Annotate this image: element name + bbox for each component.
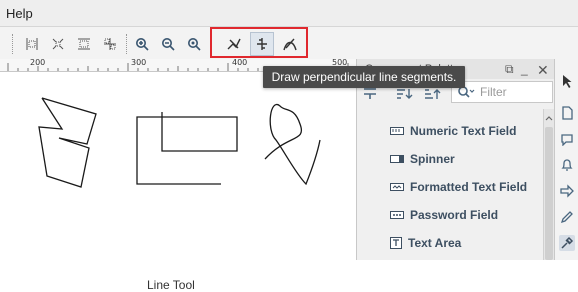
zoom-in-button[interactable] [130,32,154,56]
right-sidebar [554,59,578,260]
pointer-icon [563,75,572,88]
curve-line-shape [264,103,321,186]
ruler-label: 300 [131,59,147,67]
list-item-label: Spinner [410,152,455,166]
zoom-fit-icon [188,38,201,51]
password-field-icon [390,211,404,219]
list-item-label: Numeric Text Field [410,124,517,138]
align-top-button[interactable] [98,32,122,56]
filter-placeholder: Filter [480,85,507,99]
component-palette: Component Palette ⧉ _ ✕ Filter Numeric T… [356,59,555,260]
perpendicular-line-shape [136,112,238,185]
component-list: Numeric Text Field Spinner Formatted Tex… [357,109,543,260]
align-right-icon [78,38,90,50]
zoom-out-icon [162,38,175,51]
sidebar-pencil-button[interactable] [559,209,575,225]
perpendicular-line-icon [257,38,267,50]
ruler-label: 400 [232,59,248,67]
menu-bar: Help [0,0,578,27]
close-icon[interactable]: ✕ [537,62,549,79]
freehand-line-icon [227,38,241,50]
palette-scroll-thumb[interactable] [545,127,553,260]
perpendicular-line-button[interactable] [250,32,274,56]
menu-help[interactable]: Help [6,6,33,21]
sidebar-eyedropper-button[interactable] [559,235,575,251]
text-area-icon [390,237,402,249]
align-center-icon [52,38,64,50]
list-item-label: Password Field [410,208,499,222]
align-right-button[interactable] [72,32,96,56]
ruler-label: 200 [30,59,46,67]
drawing-canvas[interactable]: Line Tool [0,72,356,292]
freehand-line-button[interactable] [222,32,246,56]
numeric-text-field-icon [390,127,404,135]
spinner-icon [390,155,404,163]
align-center-button[interactable] [46,32,70,56]
align-top-icon [104,38,116,50]
sidebar-arrow-button[interactable] [559,183,575,199]
zoom-fit-button[interactable] [182,32,206,56]
list-item-spinner[interactable]: Spinner [390,149,542,169]
restore-icon[interactable]: ⧉ [505,62,514,77]
filter-input[interactable]: Filter [451,81,553,103]
sidebar-page-button[interactable] [559,105,575,121]
tooltip: Draw perpendicular line segments. [263,66,465,88]
sidebar-bell-button[interactable] [559,157,575,173]
zoom-out-button[interactable] [156,32,180,56]
list-item-numeric-text-field[interactable]: Numeric Text Field [390,121,542,141]
list-item-text-area[interactable]: Text Area [390,233,542,253]
curve-line-button[interactable] [278,32,302,56]
page-icon [562,106,573,120]
toolbar-grip[interactable] [12,34,15,54]
bell-icon [561,159,573,171]
toolbar-separator-2 [210,34,213,54]
freehand-polyline-shape [38,97,97,188]
align-left-button[interactable] [20,32,44,56]
toolbar-separator [126,34,129,54]
list-item-label: Formatted Text Field [410,180,528,194]
sidebar-pointer-button[interactable] [559,73,575,89]
curve-line-icon [283,38,297,51]
eyedropper-icon [561,236,574,249]
minimize-icon[interactable]: _ [521,62,528,76]
sort-asc-icon [425,89,441,99]
chat-bubble-icon [561,134,573,146]
canvas-caption: Line Tool [147,278,195,292]
sort-desc-icon [397,89,413,99]
canvas-drawing [38,97,321,188]
list-item-label: Text Area [408,236,462,250]
pencil-icon [560,211,573,224]
toolbar [0,27,578,62]
align-left-icon [26,38,38,50]
list-item-formatted-text-field[interactable]: Formatted Text Field [390,177,542,197]
sidebar-chat-button[interactable] [559,131,575,147]
collapse-icon [364,88,376,99]
zoom-in-icon [136,38,149,51]
scroll-up-icon[interactable] [544,113,554,123]
arrow-right-icon [560,184,574,198]
formatted-text-field-icon [390,183,404,191]
list-item-password-field[interactable]: Password Field [390,205,542,225]
